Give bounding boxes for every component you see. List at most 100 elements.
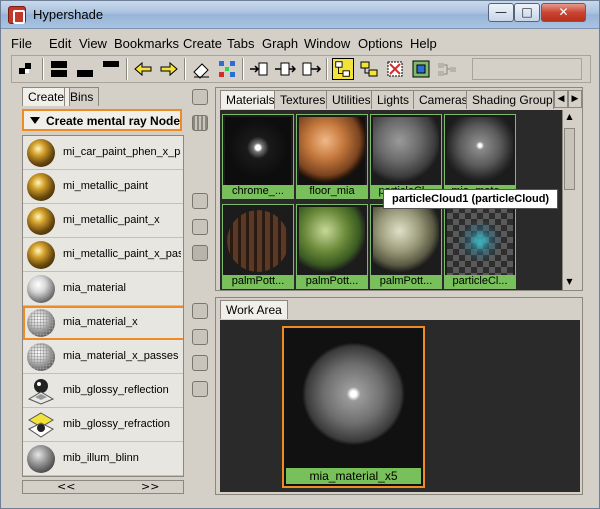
list-item[interactable]: mib_glossy_refraction	[23, 408, 183, 442]
scroll-up-icon[interactable]: ▲	[564, 110, 575, 124]
material-swatch-particlecloud-checker[interactable]: particleCl...	[444, 204, 516, 289]
menu-bar: File Edit View Bookmarks Create Tabs Gra…	[9, 34, 591, 54]
input-connections-icon[interactable]	[248, 58, 270, 80]
menu-tabs[interactable]: Tabs	[227, 36, 254, 51]
work-area-canvas[interactable]: mia_material_x5	[220, 320, 580, 492]
material-swatch-mia[interactable]: mia_mate...	[444, 114, 516, 199]
scroll-right-button[interactable]: >>	[141, 480, 159, 493]
dropdown-value: Create mental ray Nodes	[46, 114, 180, 128]
grey-sphere-icon	[27, 445, 55, 473]
list-item[interactable]: mia_material_x_passes	[23, 340, 183, 374]
node-label: mib_glossy_reflection	[63, 384, 169, 396]
tab-utilities[interactable]: Utilities	[326, 90, 377, 109]
small-swatch-icon[interactable]	[192, 193, 208, 209]
output-connections-icon[interactable]	[300, 58, 322, 80]
tab-cameras[interactable]: Cameras	[413, 90, 474, 109]
node-label: mi_metallic_paint_x	[63, 214, 160, 226]
toggle-graph-view-icon[interactable]	[358, 58, 380, 80]
minimize-button[interactable]: —	[488, 3, 514, 22]
maya-app-icon	[8, 6, 26, 24]
toolbar-separator	[242, 58, 244, 80]
list-item[interactable]: mi_metallic_paint_x_passes	[23, 238, 183, 272]
tab-create[interactable]: Create	[22, 87, 71, 106]
graph-materials-icon[interactable]	[410, 58, 432, 80]
dotted-sphere-icon	[27, 309, 55, 337]
create-panel: Create Bins Create mental ray Nodes mi_c…	[18, 85, 189, 497]
list-item-selected[interactable]: mia_material_x	[23, 306, 183, 340]
toolbar-separator	[126, 58, 128, 80]
list-item[interactable]: mi_metallic_paint_x	[23, 204, 183, 238]
tab-scroll-right-icon[interactable]: ▶	[568, 90, 582, 108]
rearrange-graph-icon[interactable]	[216, 58, 238, 80]
layout-horizontal-icon[interactable]	[100, 58, 122, 80]
menu-options[interactable]: Options	[358, 36, 403, 51]
menu-bookmarks[interactable]: Bookmarks	[114, 36, 179, 51]
input-output-connections-icon[interactable]	[274, 58, 296, 80]
material-swatch-floor[interactable]: floor_mia	[296, 114, 368, 199]
scroll-left-button[interactable]: <<	[57, 480, 75, 493]
rearrange-icon[interactable]	[192, 303, 208, 319]
menu-graph[interactable]: Graph	[262, 36, 298, 51]
graph-network-icon[interactable]	[436, 58, 458, 80]
material-node-selected[interactable]: mia_material_x5	[282, 326, 425, 488]
graph-icon[interactable]	[192, 329, 208, 345]
dropdown-arrow-icon	[30, 117, 40, 124]
layout-top-icon[interactable]	[48, 58, 70, 80]
swatch-label: chrome_...	[223, 185, 293, 198]
layout-single-icon[interactable]	[16, 58, 38, 80]
horizontal-scrollbar[interactable]: << >>	[22, 480, 184, 494]
node-category-dropdown[interactable]: Create mental ray Nodes	[22, 109, 182, 131]
clock-icon[interactable]	[192, 355, 208, 371]
arrow-right-icon[interactable]	[158, 58, 180, 80]
close-button[interactable]: ✕	[541, 3, 586, 22]
refraction-icon	[28, 412, 54, 438]
node-label: mib_illum_blinn	[63, 452, 139, 464]
vertical-scrollbar[interactable]: ▲ ▼	[562, 110, 576, 290]
swatch-size-icon[interactable]	[192, 89, 208, 105]
menu-file[interactable]: File	[11, 36, 32, 51]
swatch-preview	[447, 207, 513, 275]
tab-textures[interactable]: Textures	[274, 90, 332, 109]
node-label: mia_material_x_passes	[63, 350, 179, 362]
white-sphere-icon	[27, 275, 55, 303]
maximize-button[interactable]: □	[514, 3, 540, 22]
material-swatch-particlecloud[interactable]: particleCl...	[370, 114, 442, 199]
list-view-icon[interactable]	[192, 115, 208, 131]
tab-scroll-left-icon[interactable]: ◀	[554, 90, 568, 108]
sort-icon[interactable]	[192, 381, 208, 397]
menu-view[interactable]: View	[79, 36, 107, 51]
reflection-icon	[27, 379, 55, 405]
tab-lights[interactable]: Lights	[371, 90, 416, 109]
clear-graph-icon[interactable]	[384, 58, 406, 80]
menu-create[interactable]: Create	[183, 36, 222, 51]
node-label: mib_glossy_refraction	[63, 418, 170, 430]
eraser-icon[interactable]	[190, 58, 212, 80]
menu-help[interactable]: Help	[410, 36, 437, 51]
swatch-preview	[299, 117, 365, 185]
node-label: mi_car_paint_phen_x_passes	[63, 146, 181, 158]
material-swatch-palmpot-3[interactable]: palmPott...	[370, 204, 442, 289]
scrollbar-thumb[interactable]	[564, 128, 575, 190]
large-swatch-icon[interactable]	[192, 245, 208, 261]
list-item[interactable]: mi_car_paint_phen_x_passes	[23, 136, 183, 170]
menu-edit[interactable]: Edit	[49, 36, 71, 51]
toggle-node-view-icon[interactable]	[332, 58, 354, 80]
material-swatch-palmpot-1[interactable]: palmPott...	[222, 204, 294, 289]
list-item[interactable]: mia_material	[23, 272, 183, 306]
toolbar-separator	[326, 58, 328, 80]
list-item[interactable]: mi_metallic_paint	[23, 170, 183, 204]
medium-swatch-icon[interactable]	[192, 219, 208, 235]
list-item[interactable]: mib_glossy_reflection	[23, 374, 183, 408]
tab-bins[interactable]: Bins	[64, 87, 100, 106]
tab-materials[interactable]: Materials	[220, 90, 281, 109]
material-swatch-chrome[interactable]: chrome_...	[222, 114, 294, 199]
scroll-down-icon[interactable]: ▼	[564, 275, 575, 289]
material-swatch-palmpot-2[interactable]: palmPott...	[296, 204, 368, 289]
tab-shading-groups[interactable]: Shading Groups	[466, 90, 554, 109]
node-label: mia_material	[63, 282, 126, 294]
arrow-left-icon[interactable]	[132, 58, 154, 80]
list-item[interactable]: mib_illum_blinn	[23, 442, 183, 476]
layout-bottom-icon[interactable]	[74, 58, 96, 80]
tab-work-area[interactable]: Work Area	[220, 300, 288, 319]
menu-window[interactable]: Window	[304, 36, 350, 51]
